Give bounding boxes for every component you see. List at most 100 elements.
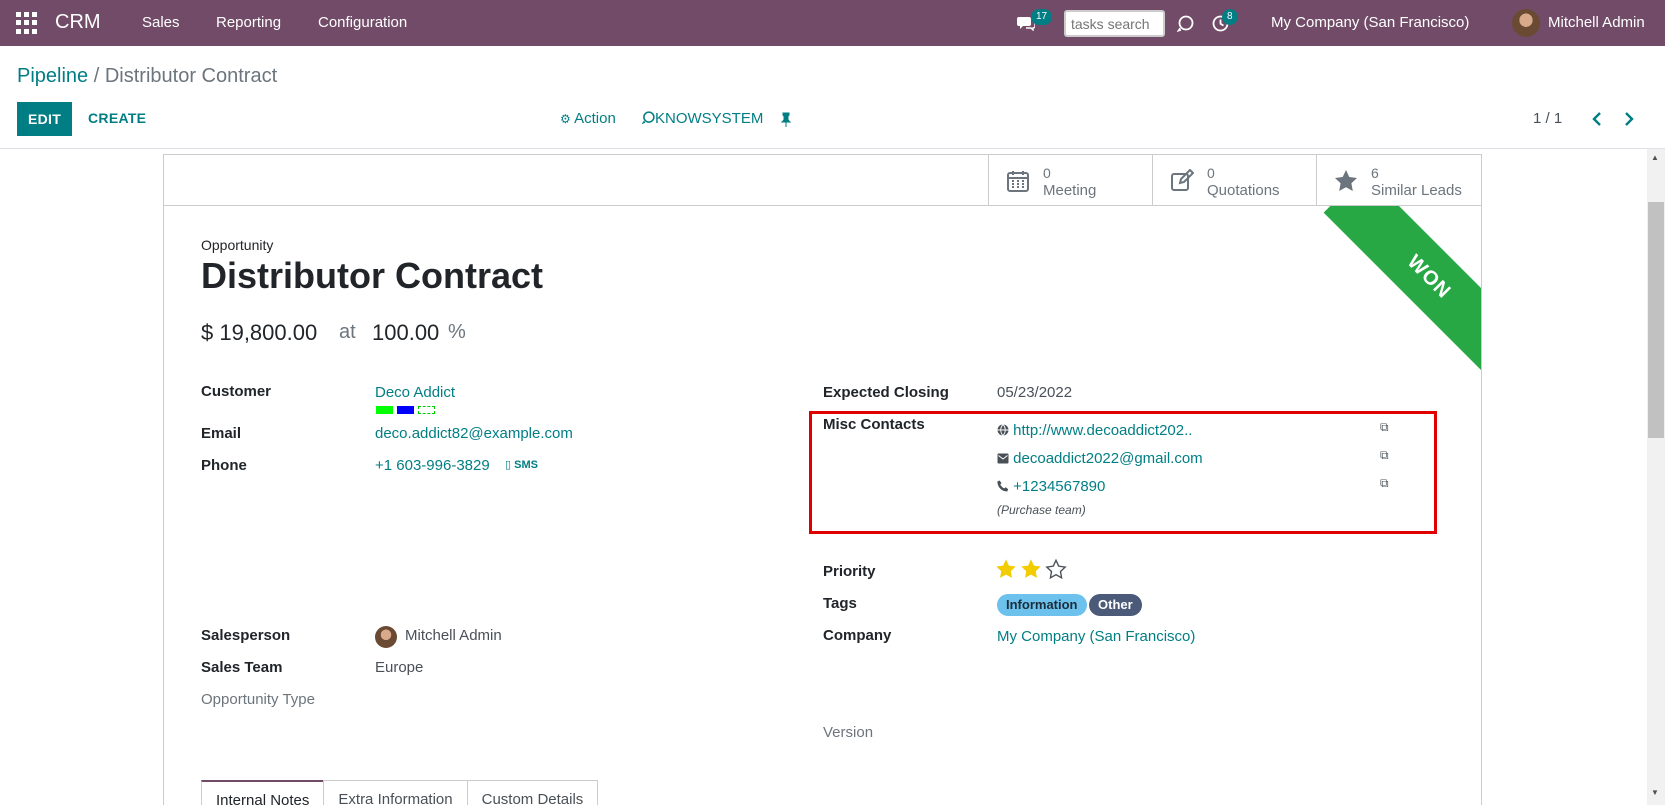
similar-leads-count: 6 — [1371, 165, 1379, 181]
email-contact[interactable]: decoaddict2022@gmail.com — [997, 450, 1203, 467]
customer-tag-blue — [397, 406, 414, 414]
smart-button-box: 0 Meeting 0 Quotations 6 Similar Leads — [164, 155, 1481, 206]
misc-email-value: decoaddict2022@gmail.com — [1013, 450, 1203, 467]
knowsystem-label: KNOWSYSTEM — [655, 110, 764, 127]
email-label: Email — [201, 425, 242, 442]
salesperson-label: Salesperson — [201, 627, 291, 644]
customer-tag-outline — [418, 406, 435, 414]
misc-contacts-label: Misc Contacts — [823, 416, 925, 433]
company-switcher[interactable]: My Company (San Francisco) — [1271, 14, 1469, 31]
knowsystem-small-icon — [641, 111, 655, 125]
sms-button[interactable]: ▯ SMS — [505, 458, 538, 471]
menu-configuration[interactable]: Configuration — [318, 14, 407, 31]
user-menu[interactable]: Mitchell Admin — [1548, 14, 1645, 31]
calendar-icon — [1007, 171, 1029, 192]
misc-phone-value: +1234567890 — [1013, 478, 1106, 495]
quotations-smart-button[interactable]: 0 Quotations — [1152, 155, 1317, 206]
control-panel-divider — [0, 148, 1665, 149]
breadcrumb-pipeline[interactable]: Pipeline — [17, 65, 88, 87]
knowsystem-icon[interactable] — [1177, 15, 1194, 32]
priority-star-1-icon[interactable] — [995, 558, 1017, 580]
action-dropdown[interactable]: ⚙ Action — [560, 110, 616, 127]
tab-internal-notes[interactable]: Internal Notes — [201, 780, 325, 805]
misc-contacts-note: (Purchase team) — [997, 503, 1086, 517]
sales-team-value[interactable]: Europe — [375, 659, 423, 676]
tag-information[interactable]: Information — [997, 594, 1087, 616]
version-label: Version — [823, 724, 874, 741]
phone-link[interactable]: +1 603-996-3829 — [375, 457, 490, 474]
copy-email-icon[interactable]: ⧉ — [1380, 448, 1389, 463]
star-icon — [1335, 170, 1357, 191]
knowsystem-button[interactable]: KNOWSYSTEM — [641, 110, 764, 127]
pager-previous-icon[interactable] — [1591, 111, 1603, 127]
priority-label: Priority — [823, 563, 876, 580]
user-avatar[interactable] — [1512, 9, 1540, 37]
meeting-count: 0 — [1043, 165, 1051, 181]
opportunity-type-label: Opportunity Type — [201, 691, 315, 708]
task-search-input[interactable] — [1064, 10, 1165, 37]
apps-menu-icon[interactable] — [16, 12, 38, 34]
envelope-icon — [997, 453, 1009, 464]
menu-reporting[interactable]: Reporting — [216, 14, 281, 31]
priority-star-3-icon[interactable] — [1045, 558, 1067, 580]
customer-label: Customer — [201, 383, 272, 400]
similar-leads-label: Similar Leads — [1371, 182, 1462, 199]
expected-closing-label: Expected Closing — [823, 384, 949, 401]
similar-leads-smart-button[interactable]: 6 Similar Leads — [1316, 155, 1481, 206]
notebook-tabs: Internal Notes Extra Information Custom … — [201, 780, 599, 805]
mobile-icon: ▯ — [505, 459, 512, 471]
create-button[interactable]: CREATE — [88, 110, 146, 126]
edit-icon — [1171, 169, 1194, 191]
website-value: http://www.decoaddict202.. — [1013, 422, 1193, 439]
company-link[interactable]: My Company (San Francisco) — [997, 628, 1195, 645]
menu-sales[interactable]: Sales — [142, 14, 180, 31]
pager-next-icon[interactable] — [1623, 111, 1635, 127]
customer-tag-green — [376, 406, 393, 414]
pager-value[interactable]: 1 / 1 — [1533, 110, 1562, 127]
globe-icon — [997, 424, 1009, 436]
messages-count-badge: 17 — [1031, 9, 1053, 25]
salesperson-avatar — [375, 626, 397, 648]
meeting-smart-button[interactable]: 0 Meeting — [988, 155, 1153, 206]
phone-contact[interactable]: +1234567890 — [997, 478, 1105, 495]
sales-team-label: Sales Team — [201, 659, 283, 676]
percent-sign: % — [448, 321, 466, 343]
probability-value: 100.00 — [372, 320, 440, 345]
app-name[interactable]: CRM — [55, 11, 101, 34]
scrollbar-thumb[interactable] — [1648, 202, 1664, 438]
breadcrumb-current: Distributor Contract — [104, 65, 278, 87]
won-ribbon-text: WON — [1323, 206, 1481, 371]
email-link[interactable]: deco.addict82@example.com — [375, 425, 573, 442]
gear-icon: ⚙ — [560, 112, 571, 126]
tab-custom-details[interactable]: Custom Details — [466, 780, 599, 805]
activities-count-badge: 8 — [1222, 9, 1238, 25]
breadcrumb-separator: / — [88, 65, 105, 87]
tag-other[interactable]: Other — [1089, 594, 1142, 616]
sms-label: SMS — [514, 459, 538, 471]
action-label: Action — [574, 110, 616, 127]
tags-label: Tags — [823, 595, 857, 612]
customer-link[interactable]: Deco Addict — [375, 384, 455, 401]
expected-closing-value[interactable]: 05/23/2022 — [997, 384, 1072, 401]
salesperson-value[interactable]: Mitchell Admin — [405, 627, 502, 644]
form-sheet: 0 Meeting 0 Quotations 6 Similar Leads W… — [163, 154, 1482, 805]
copy-website-icon[interactable]: ⧉ — [1380, 420, 1389, 435]
copy-phone-icon[interactable]: ⧉ — [1380, 476, 1389, 491]
quotations-count: 0 — [1207, 165, 1215, 181]
priority-star-2-icon[interactable] — [1020, 558, 1042, 580]
record-title: Distributor Contract — [201, 255, 543, 296]
scroll-up-arrow-icon[interactable]: ▲ — [1651, 153, 1659, 162]
company-label: Company — [823, 627, 892, 644]
phone-icon — [997, 480, 1009, 492]
website-contact[interactable]: http://www.decoaddict202.. — [997, 422, 1192, 439]
at-label: at — [339, 321, 356, 343]
tab-extra-information[interactable]: Extra Information — [323, 780, 468, 805]
scroll-down-arrow-icon[interactable]: ▼ — [1651, 788, 1659, 797]
expected-revenue: $ 19,800.00 — [201, 320, 318, 345]
pin-icon[interactable] — [780, 112, 792, 127]
edit-button[interactable]: EDIT — [17, 102, 72, 136]
breadcrumb: Pipeline / Distributor Contract — [17, 65, 277, 88]
top-navbar: CRM Sales Reporting Configuration 17 8 M… — [0, 0, 1665, 46]
quotations-label: Quotations — [1207, 182, 1280, 199]
record-type-label: Opportunity — [201, 237, 274, 253]
